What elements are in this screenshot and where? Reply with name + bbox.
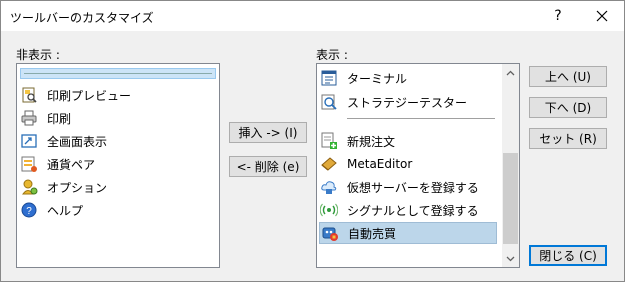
scroll-up-arrow[interactable] bbox=[502, 64, 519, 81]
help-button[interactable]: ? bbox=[538, 1, 578, 31]
list-item-label: ストラテジーテスター bbox=[347, 95, 468, 110]
move-down-button[interactable]: 下へ (D) bbox=[529, 97, 607, 118]
shown-list-scrollbar[interactable] bbox=[502, 64, 519, 267]
title-bar: ツールバーのカスタマイズ ? bbox=[1, 1, 624, 31]
metaeditor-icon bbox=[321, 157, 337, 171]
print-preview-icon bbox=[22, 87, 37, 103]
options-icon bbox=[22, 179, 38, 195]
list-item-label: 全画面表示 bbox=[47, 134, 108, 149]
list-item-label: 自動売買 bbox=[348, 226, 397, 241]
shown-list-separator-item[interactable] bbox=[347, 118, 495, 119]
shown-list-label: 表示 : bbox=[316, 48, 348, 62]
list-item-label: ヘルプ bbox=[47, 203, 84, 218]
list-item-new-order[interactable]: 新規注文 bbox=[319, 130, 497, 152]
print-icon bbox=[21, 110, 37, 126]
scroll-down-arrow[interactable] bbox=[502, 250, 519, 267]
svg-text:?: ? bbox=[26, 206, 32, 217]
currency-pairs-icon bbox=[21, 156, 37, 172]
list-item-signal[interactable]: シグナルとして登録する bbox=[319, 199, 497, 221]
dialog-title: ツールバーのカスタマイズ bbox=[10, 11, 154, 25]
auto-trading-icon bbox=[322, 227, 338, 241]
shown-list[interactable]: ターミナル ストラテジーテスター 新規注文 MetaEditor 仮想サーバーを… bbox=[316, 63, 520, 268]
reset-button[interactable]: セット (R) bbox=[529, 128, 607, 149]
hidden-list[interactable]: 印刷プレビュー 印刷 全画面表示 通貨ペア オプション ? ヘルプ bbox=[16, 63, 220, 268]
insert-button[interactable]: 挿入 -> (I) bbox=[229, 122, 307, 143]
list-item-fullscreen[interactable]: 全画面表示 bbox=[19, 130, 213, 152]
hidden-list-label: 非表示 : bbox=[16, 48, 60, 62]
fullscreen-icon bbox=[21, 134, 37, 148]
list-item-label: オプション bbox=[47, 180, 108, 195]
new-order-icon bbox=[321, 132, 337, 149]
customize-toolbar-dialog: ツールバーのカスタマイズ ? 非表示 : 印刷プレビュー 印刷 全画面表示 通貨… bbox=[0, 0, 625, 282]
move-up-button[interactable]: 上へ (U) bbox=[529, 66, 607, 87]
list-item-help[interactable]: ? ヘルプ bbox=[19, 199, 213, 221]
list-item-auto-trading[interactable]: 自動売買 bbox=[319, 222, 497, 244]
terminal-icon bbox=[321, 70, 337, 86]
list-item-label: 印刷プレビュー bbox=[47, 88, 132, 103]
virtual-server-icon bbox=[321, 181, 337, 194]
list-item-label: 仮想サーバーを登録する bbox=[347, 180, 479, 195]
scroll-thumb[interactable] bbox=[503, 153, 518, 244]
signal-icon bbox=[320, 203, 338, 217]
list-item-metaeditor[interactable]: MetaEditor bbox=[319, 153, 497, 175]
list-item-print[interactable]: 印刷 bbox=[19, 107, 213, 129]
list-item-label: 印刷 bbox=[47, 111, 72, 126]
close-icon bbox=[596, 10, 608, 22]
close-button[interactable] bbox=[582, 1, 622, 31]
close-dialog-button[interactable]: 閉じる (C) bbox=[529, 245, 607, 266]
list-item-label: MetaEditor bbox=[347, 157, 413, 171]
list-item-label: 新規注文 bbox=[347, 134, 396, 149]
list-item-terminal[interactable]: ターミナル bbox=[319, 67, 497, 89]
remove-button[interactable]: <- 削除 (e) bbox=[229, 156, 307, 177]
help-icon: ? bbox=[21, 202, 37, 218]
list-item-label: 通貨ペア bbox=[47, 157, 96, 172]
chevron-up-icon bbox=[506, 70, 515, 75]
list-item-virtual-server[interactable]: 仮想サーバーを登録する bbox=[319, 176, 497, 198]
list-item-label: ターミナル bbox=[347, 71, 408, 86]
list-item-print-preview[interactable]: 印刷プレビュー bbox=[19, 84, 213, 106]
list-item-options[interactable]: オプション bbox=[19, 176, 213, 198]
hidden-list-separator-item[interactable] bbox=[20, 68, 216, 79]
strategy-tester-icon bbox=[321, 94, 337, 110]
chevron-down-icon bbox=[506, 256, 515, 261]
list-item-currency-pairs[interactable]: 通貨ペア bbox=[19, 153, 213, 175]
list-item-label: シグナルとして登録する bbox=[347, 203, 479, 218]
list-item-strategy-tester[interactable]: ストラテジーテスター bbox=[319, 91, 497, 113]
